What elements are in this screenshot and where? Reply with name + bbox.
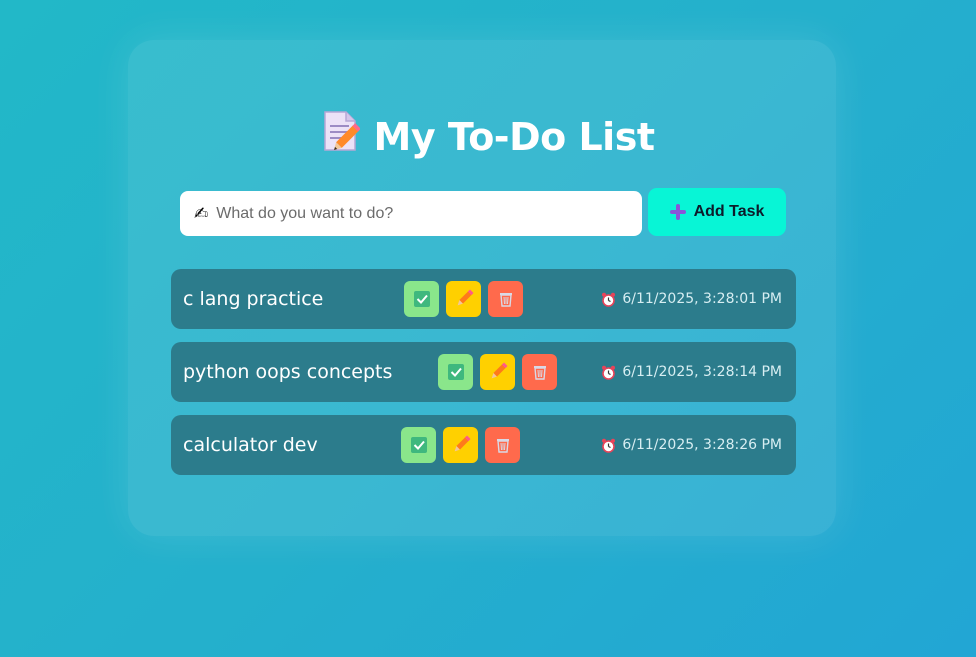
task-timestamp: 6/11/2025, 3:28:26 PM bbox=[601, 415, 782, 475]
title-text: My To-Do List bbox=[373, 115, 655, 159]
timestamp-text: 6/11/2025, 3:28:01 PM bbox=[622, 291, 782, 307]
alarm-clock-icon bbox=[601, 365, 616, 380]
task-row: calculator dev 6/11/2025, 3:28:26 PM bbox=[171, 415, 796, 475]
timestamp-text: 6/11/2025, 3:28:14 PM bbox=[622, 364, 782, 380]
delete-task-button[interactable] bbox=[488, 281, 523, 317]
check-icon bbox=[447, 364, 464, 380]
add-task-label: Add Task bbox=[693, 203, 765, 220]
trash-icon bbox=[496, 439, 509, 453]
timestamp-text: 6/11/2025, 3:28:26 PM bbox=[622, 437, 782, 453]
complete-task-button[interactable] bbox=[438, 354, 473, 390]
pencil-icon bbox=[454, 435, 471, 452]
task-name: python oops concepts bbox=[183, 361, 393, 383]
edit-task-button[interactable] bbox=[480, 354, 515, 390]
memo-pencil-icon bbox=[322, 110, 361, 164]
task-name: calculator dev bbox=[183, 434, 318, 456]
task-timestamp: 6/11/2025, 3:28:01 PM bbox=[601, 269, 782, 329]
alarm-clock-icon bbox=[601, 292, 616, 307]
task-timestamp: 6/11/2025, 3:28:14 PM bbox=[601, 342, 782, 402]
pencil-icon bbox=[457, 289, 474, 306]
trash-icon bbox=[499, 293, 512, 307]
page-title: My To-Do List bbox=[0, 110, 976, 167]
add-task-button[interactable]: Add Task bbox=[648, 188, 786, 236]
pencil-icon bbox=[491, 362, 508, 379]
delete-task-button[interactable] bbox=[522, 354, 557, 390]
complete-task-button[interactable] bbox=[401, 427, 436, 463]
delete-task-button[interactable] bbox=[485, 427, 520, 463]
alarm-clock-icon bbox=[601, 438, 616, 453]
task-name: c lang practice bbox=[183, 288, 324, 310]
writing-hand-icon: ✍ bbox=[194, 203, 209, 224]
check-icon bbox=[410, 437, 427, 453]
check-icon bbox=[413, 291, 430, 307]
plus-icon bbox=[669, 204, 686, 220]
task-row: python oops concepts 6/11/2025, 3:28:14 … bbox=[171, 342, 796, 402]
edit-task-button[interactable] bbox=[443, 427, 478, 463]
task-input-wrapper[interactable]: ✍ bbox=[180, 191, 642, 236]
complete-task-button[interactable] bbox=[404, 281, 439, 317]
trash-icon bbox=[533, 366, 546, 380]
task-input[interactable] bbox=[214, 203, 642, 224]
edit-task-button[interactable] bbox=[446, 281, 481, 317]
task-row: c lang practice 6/11/2025, 3:28:01 PM bbox=[171, 269, 796, 329]
